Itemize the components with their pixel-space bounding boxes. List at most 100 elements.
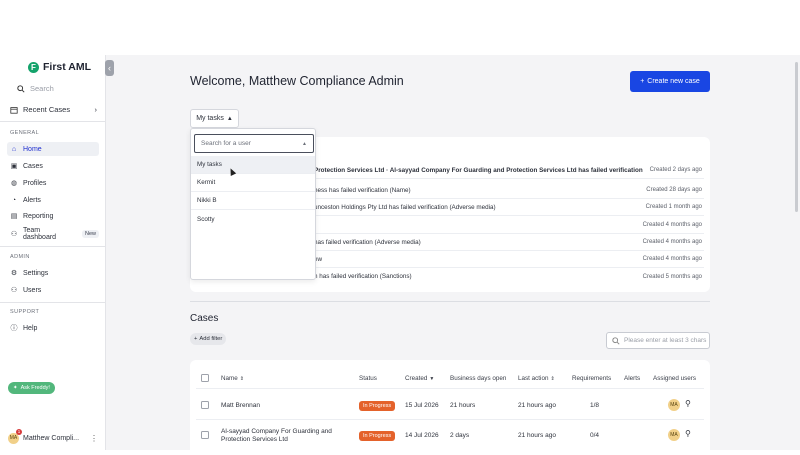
user-search-input[interactable]: Search for a user ▲ <box>194 134 314 153</box>
app-logo[interactable]: F First AML <box>28 61 91 73</box>
section-label-support: SUPPORT <box>10 309 40 315</box>
add-filter-button[interactable]: + Add filter <box>190 333 227 345</box>
column-header-days-open: Business days open <box>450 375 507 382</box>
table-divider <box>196 388 704 389</box>
sidebar-item-label: Alerts <box>23 196 41 204</box>
dropdown-option-scotty[interactable]: Scotty <box>191 210 315 228</box>
task-text: ness has failed verification (Name) <box>314 186 411 194</box>
cases-search-placeholder: Please enter at least 3 chars <box>624 337 707 344</box>
case-created: 15 Jul 2026 <box>405 402 439 409</box>
recent-cases-toggle[interactable]: Recent Cases › <box>10 105 97 114</box>
task-row[interactable]: ew Created 4 months ago <box>314 251 704 268</box>
task-row[interactable]: h has failed verification (Sanctions) Cr… <box>314 268 704 285</box>
user-name: Matthew Compli... <box>23 435 80 442</box>
case-name-continued[interactable]: Protection Services Ltd <box>221 436 288 443</box>
sidebar-divider <box>0 302 106 303</box>
task-row[interactable]: ness has failed verification (Name) Crea… <box>314 182 704 199</box>
search-icon <box>17 84 25 93</box>
sidebar-item-reporting[interactable]: ▤ Reporting <box>7 209 99 223</box>
task-text: Protection Services Ltd · Al-sayyad Comp… <box>314 166 643 174</box>
task-date: Created 28 days ago <box>646 187 702 193</box>
column-header-created[interactable]: Created ▼ <box>405 375 434 382</box>
sidebar-item-settings[interactable]: ⚙ Settings <box>7 266 99 280</box>
column-header-last-action[interactable]: Last action ⇕ <box>518 375 555 382</box>
case-days-open: 2 days <box>450 432 470 439</box>
caret-up-icon: ▲ <box>302 140 307 147</box>
sidebar-search[interactable]: Search <box>17 84 54 93</box>
column-header-name[interactable]: Name ⇕ <box>221 375 244 382</box>
sidebar-item-team-dashboard[interactable]: ⚇ Team dashboard New <box>7 227 99 241</box>
user-search-placeholder: Search for a user <box>201 140 251 147</box>
column-header-requirements: Requirements <box>572 375 612 382</box>
select-all-checkbox[interactable] <box>201 374 209 382</box>
create-new-case-button[interactable]: + Create new case <box>630 71 710 92</box>
cases-search-input[interactable]: Please enter at least 3 chars <box>606 332 710 349</box>
task-date: Created 2 days ago <box>649 167 702 173</box>
plus-icon: + <box>640 78 645 85</box>
home-icon: ⌂ <box>11 145 17 153</box>
task-row[interactable]: unceston Holdings Pty Ltd has failed ver… <box>314 199 704 216</box>
sidebar-item-label: Users <box>23 286 42 294</box>
status-badge: In Progress <box>359 431 396 441</box>
task-row[interactable]: has failed verification (Adverse media) … <box>314 234 704 251</box>
status-badge: In Progress <box>359 401 396 411</box>
dropdown-option-my-tasks[interactable]: My tasks <box>191 156 315 174</box>
case-name[interactable]: Matt Brennan <box>221 402 260 409</box>
table-divider <box>196 419 704 420</box>
task-date: Created 4 months ago <box>642 222 702 228</box>
assign-user-icon[interactable]: ⚲ <box>685 399 691 408</box>
sidebar-item-label: Cases <box>23 162 43 170</box>
row-checkbox[interactable] <box>201 431 209 439</box>
case-days-open: 21 hours <box>450 402 476 409</box>
section-label-general: GENERAL <box>10 130 40 136</box>
page-scrollbar[interactable] <box>795 62 798 212</box>
brand-mark-icon: F <box>28 61 39 73</box>
assign-user-icon[interactable]: ⚲ <box>685 429 691 438</box>
sidebar-item-cases[interactable]: ▣ Cases <box>7 159 99 173</box>
assigned-user-avatar[interactable]: MA <box>668 399 680 411</box>
dropdown-option-kermit[interactable]: Kermit <box>191 174 315 192</box>
users-icon: ⚇ <box>10 287 18 294</box>
task-date: Created 1 month ago <box>645 204 702 210</box>
more-options-icon[interactable]: ⋮ <box>90 434 98 443</box>
sidebar-item-users[interactable]: ⚇ Users <box>7 283 99 297</box>
ask-freddy-button[interactable]: ✦ Ask Freddy! <box>8 382 55 394</box>
task-row[interactable]: Created 4 months ago <box>314 217 704 234</box>
dropdown-option-nikki-b[interactable]: Nikki B <box>191 192 315 210</box>
user-menu[interactable]: MA 1 Matthew Compli... ⋮ <box>8 429 98 444</box>
bell-icon: ◔ <box>11 196 17 204</box>
tasks-filter-button[interactable]: My tasks ▲ <box>190 109 239 128</box>
sidebar-item-alerts[interactable]: ◔ Alerts <box>7 193 99 207</box>
task-text: h has failed verification (Sanctions) <box>314 273 412 280</box>
sidebar-item-home[interactable]: ⌂ Home <box>7 142 99 156</box>
chat-icon: ✦ <box>13 385 18 391</box>
sidebar-item-label: Profiles <box>23 179 47 187</box>
create-button-label: Create new case <box>647 78 700 85</box>
section-label-admin: ADMIN <box>10 254 30 260</box>
section-divider <box>190 301 710 302</box>
help-icon: ⓘ <box>10 325 18 332</box>
column-header-assigned-users: Assigned users <box>653 375 697 382</box>
task-text: unceston Holdings Pty Ltd has failed ver… <box>314 203 496 211</box>
search-icon <box>612 336 620 345</box>
case-name[interactable]: Al-sayyad Company For Guarding and <box>221 428 332 435</box>
avatar: MA 1 <box>8 429 22 444</box>
row-checkbox[interactable] <box>201 401 209 409</box>
assigned-user-avatar[interactable]: MA <box>668 429 680 441</box>
cases-icon: ▣ <box>10 163 18 170</box>
recent-cases-icon <box>10 106 18 114</box>
sidebar-item-help[interactable]: ⓘ Help <box>7 321 99 335</box>
sidebar-item-label: Home <box>23 145 42 153</box>
team-icon: ⚇ <box>10 231 18 238</box>
case-requirements: 1/8 <box>590 402 600 409</box>
sidebar-divider <box>0 121 106 122</box>
ask-freddy-label: Ask Freddy! <box>20 385 50 391</box>
task-row[interactable]: Protection Services Ltd · Al-sayyad Comp… <box>314 162 704 179</box>
recent-cases-label: Recent Cases <box>23 105 71 114</box>
brand-name: First AML <box>43 61 92 73</box>
collapse-sidebar-button[interactable]: ‹ <box>105 60 114 76</box>
task-date: Created 4 months ago <box>642 256 702 262</box>
sidebar-item-profiles[interactable]: ◍ Profiles <box>7 176 99 190</box>
caret-up-icon: ▲ <box>226 115 233 122</box>
plus-icon: + <box>194 336 198 342</box>
